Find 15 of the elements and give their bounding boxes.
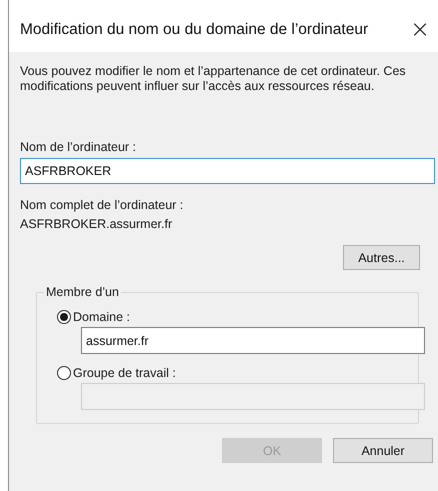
full-name-value: ASFRBROKER.assurmer.fr <box>20 217 174 231</box>
full-name-label: Nom complet de l’ordinateur : <box>20 198 184 212</box>
domain-field[interactable]: assurmer.fr <box>81 327 425 354</box>
radio-icon[interactable] <box>57 366 71 380</box>
window-title: Modification du nom ou du domaine de l’ordinateur <box>20 20 368 39</box>
cancel-button[interactable]: Annuler <box>333 438 433 463</box>
computer-name-label: Nom de l’ordinateur : <box>20 140 138 154</box>
others-button[interactable]: Autres... <box>343 245 420 270</box>
radio-option[interactable]: Domaine : <box>57 310 418 324</box>
radio-option[interactable]: Groupe de travail : <box>57 366 418 380</box>
radio-icon[interactable] <box>57 310 71 324</box>
computer-name-field[interactable]: ASFRBROKER <box>20 158 435 184</box>
group-legend: Membre d’un <box>44 285 121 299</box>
description-text: Vous pouvez modifier le nom et l’appartenance de cet ordinateur. Ces modifications peuvent influer sur l’accès aux ressources réseau. <box>20 64 407 94</box>
close-button[interactable]: × <box>402 12 438 46</box>
